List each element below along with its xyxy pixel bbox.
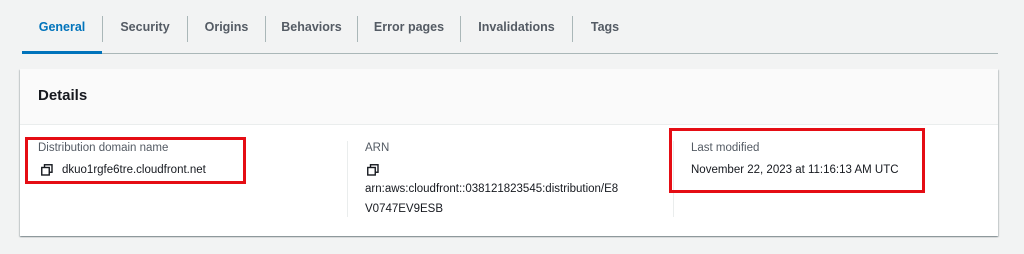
tab-bar: General Security Origins Behaviors Error… xyxy=(22,0,998,54)
arn-value-line-2: V0747EV9ESB xyxy=(365,203,444,215)
tab-invalidations[interactable]: Invalidations xyxy=(461,0,572,53)
highlight-box-last-modified xyxy=(669,128,925,193)
arn-value-line-1: arn:aws:cloudfront::038121823545:distrib… xyxy=(365,183,619,195)
tab-error-pages[interactable]: Error pages xyxy=(358,0,460,53)
tab-tags[interactable]: Tags xyxy=(573,0,637,53)
column-divider xyxy=(347,141,348,217)
details-header: Details xyxy=(20,69,998,125)
details-title: Details xyxy=(38,87,88,104)
tab-general[interactable]: General xyxy=(22,0,102,54)
highlight-box-domain xyxy=(25,137,246,184)
tab-security[interactable]: Security xyxy=(103,0,187,53)
arn-value: arn:aws:cloudfront::038121823545:distrib… xyxy=(365,179,665,219)
tab-behaviors[interactable]: Behaviors xyxy=(266,0,357,53)
arn-label: ARN xyxy=(365,142,390,154)
copy-icon[interactable] xyxy=(367,164,379,176)
tab-origins[interactable]: Origins xyxy=(188,0,265,53)
